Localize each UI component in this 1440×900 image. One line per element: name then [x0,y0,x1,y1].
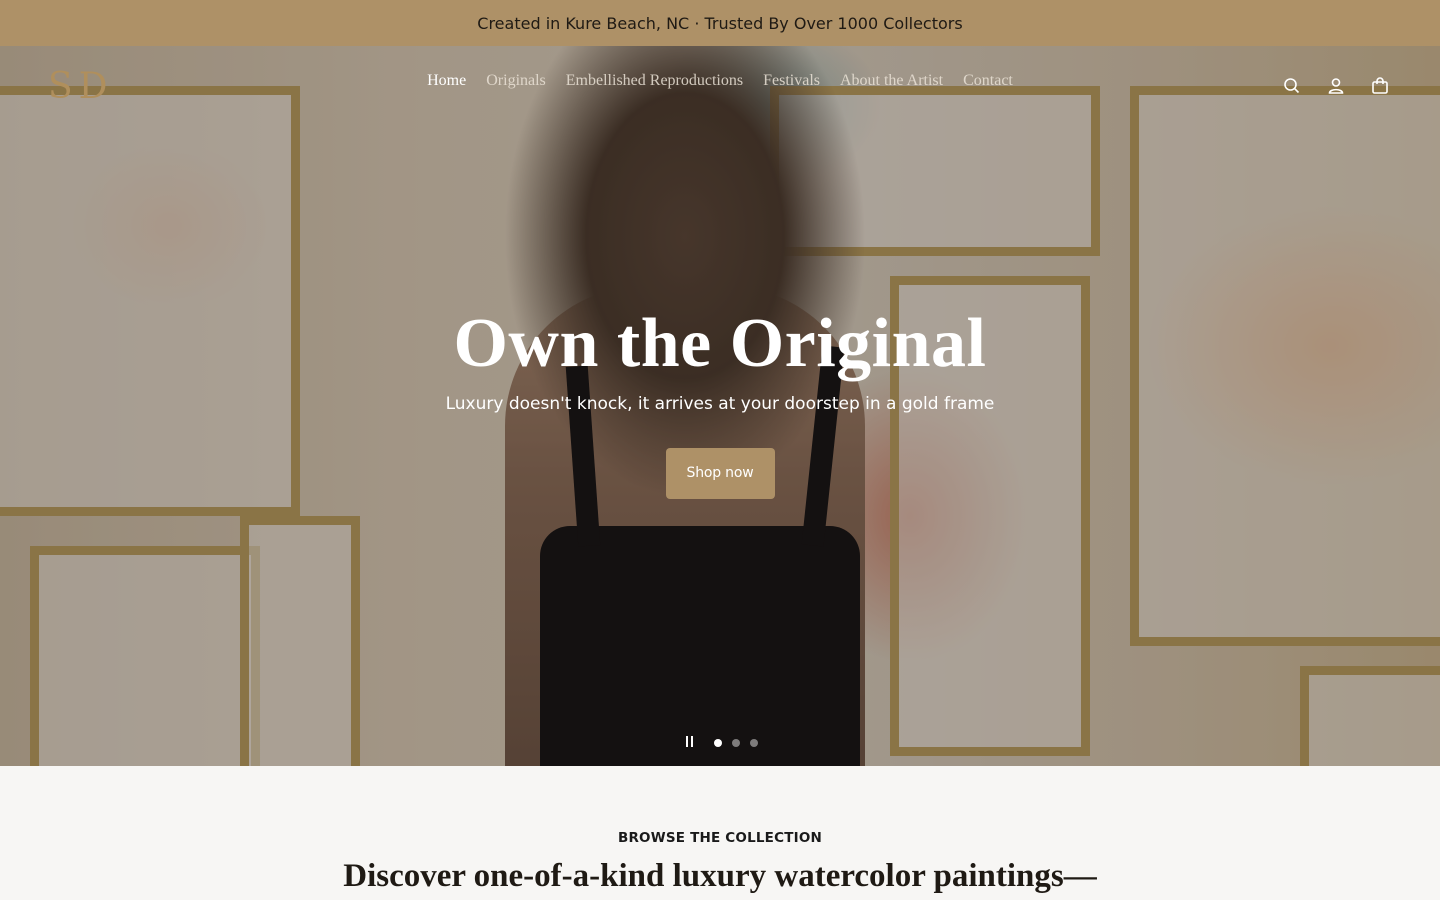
collection-heading: Discover one-of-a-kind luxury watercolor… [343,858,1097,894]
announcement-text: Created in Kure Beach, NC · Trusted By O… [477,13,963,33]
slide-dot-2[interactable] [732,739,740,747]
nav-item-home[interactable]: Home [427,72,466,90]
shop-now-button[interactable]: Shop now [665,448,775,499]
slide-dot-1[interactable] [714,739,722,747]
slide-dot-3[interactable] [750,739,758,747]
nav-item-contact[interactable]: Contact [963,72,1013,90]
nav-item-about-the-artist[interactable]: About the Artist [840,72,943,90]
collection-eyebrow: BROWSE THE COLLECTION [617,830,823,846]
account-icon[interactable] [1326,76,1346,96]
nav-item-festivals[interactable]: Festivals [763,72,820,90]
announcement-bar: Created in Kure Beach, NC · Trusted By O… [0,0,1440,46]
main-nav: Home Originals Embellished Reproductions… [0,72,1440,90]
header-icons [1282,76,1390,96]
cart-icon[interactable] [1370,76,1390,96]
hero-title: Own the Original [453,305,987,382]
hero-subtitle: Luxury doesn't knock, it arrives at your… [445,394,995,414]
nav-item-embellished-reproductions[interactable]: Embellished Reproductions [566,72,743,90]
site-header: SD Home Originals Embellished Reproducti… [0,46,1440,122]
pause-icon[interactable] [682,736,696,750]
nav-item-originals[interactable]: Originals [486,72,546,90]
hero-content: Own the Original Luxury doesn't knock, i… [0,304,1440,499]
hero-slideshow: SD Home Originals Embellished Reproducti… [0,46,1440,766]
collection-section: BROWSE THE COLLECTION Discover one-of-a-… [0,766,1440,895]
slideshow-controls [0,736,1440,750]
search-icon[interactable] [1282,76,1302,96]
